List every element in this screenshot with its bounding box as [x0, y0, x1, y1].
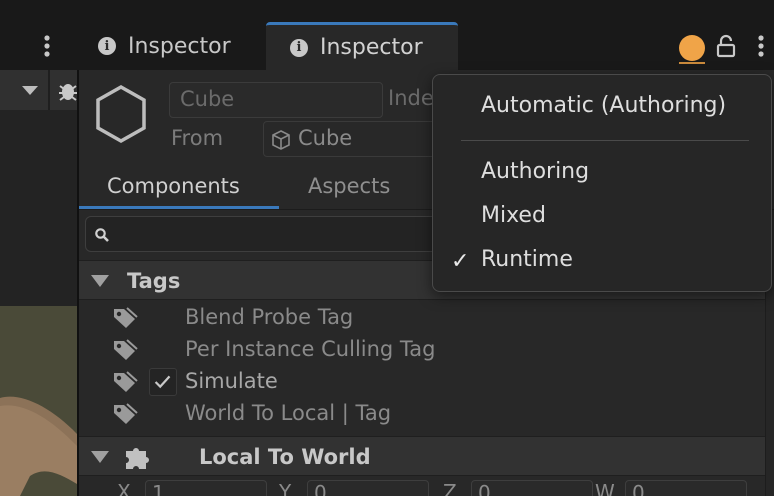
scrollbar[interactable] [765, 260, 774, 496]
from-label: From [171, 126, 224, 150]
tab-inspector-1[interactable]: i Inspector [74, 22, 266, 70]
scene-toolbar [0, 70, 77, 110]
menu-item-runtime[interactable]: Runtime [481, 247, 573, 272]
z-field[interactable]: 0 [471, 480, 593, 496]
local-to-world-section-header[interactable]: Local To World [79, 436, 765, 476]
tab-inspector-2[interactable]: i Inspector [266, 22, 458, 70]
axis-label: W [595, 480, 615, 496]
entity-name-field[interactable]: Cube [169, 82, 383, 118]
status-dot-icon[interactable] [679, 35, 705, 61]
matrix-row: X 1 Y 0 Z 0 W 0 [79, 478, 765, 496]
menu-item-automatic-authoring[interactable]: Automatic (Authoring) [481, 93, 726, 118]
info-icon: i [98, 37, 116, 55]
collapse-arrow-icon[interactable] [91, 451, 109, 463]
panel-menu-icon[interactable] [752, 34, 770, 60]
more-options-icon[interactable] [38, 34, 56, 60]
list-item: World To Local | Tag [79, 398, 765, 430]
component-puzzle-icon [126, 448, 149, 469]
section-title: Local To World [199, 445, 371, 469]
toolbar-divider [48, 70, 50, 110]
section-title: Tags [127, 269, 181, 293]
tag-label: World To Local | Tag [185, 401, 392, 425]
menu-item-mixed[interactable]: Mixed [481, 203, 546, 228]
menu-item-authoring[interactable]: Authoring [481, 159, 589, 184]
unlock-icon[interactable] [716, 34, 736, 58]
tab-aspects[interactable]: Aspects [308, 174, 390, 198]
mode-dropdown-menu: Automatic (Authoring) Authoring Mixed ✓ … [432, 74, 772, 292]
x-field[interactable]: 1 [145, 480, 267, 496]
tag-icon [114, 403, 138, 424]
tag-icon [114, 339, 138, 360]
tag-icon [114, 371, 138, 392]
simulate-checkbox[interactable] [149, 368, 177, 396]
collapse-arrow-icon[interactable] [91, 275, 109, 287]
list-item: Blend Probe Tag [79, 302, 765, 334]
chevron-down-icon[interactable] [22, 86, 38, 95]
list-item: Per Instance Culling Tag [79, 334, 765, 366]
index-label: Inde [388, 86, 434, 110]
axis-label: X [117, 480, 131, 496]
tag-icon [114, 307, 138, 328]
from-object-field[interactable]: Cube [263, 121, 453, 157]
entity-hexagon-icon [96, 84, 146, 144]
tab-bar: i Inspector i Inspector [0, 0, 774, 70]
entity-name-value: Cube [180, 87, 235, 111]
menu-separator [461, 140, 749, 141]
checkmark-icon: ✓ [451, 249, 470, 274]
tag-label: Blend Probe Tag [185, 305, 354, 329]
tab-components[interactable]: Components [107, 174, 240, 198]
tab-label: Inspector [128, 33, 231, 59]
scene-view[interactable] [0, 70, 77, 496]
axis-label: Y [279, 480, 292, 496]
tab-label: Inspector [320, 35, 423, 60]
list-item: Simulate [79, 366, 765, 398]
tag-label: Per Instance Culling Tag [185, 337, 436, 361]
search-icon [95, 228, 109, 242]
cube-icon [272, 130, 290, 150]
checkmark-icon [154, 375, 171, 389]
status-underline [679, 62, 705, 64]
y-field[interactable]: 0 [307, 480, 429, 496]
tag-label: Simulate [185, 369, 278, 393]
info-icon: i [290, 38, 308, 57]
scene-terrain [0, 306, 77, 496]
bug-icon[interactable] [58, 78, 77, 104]
from-object-value: Cube [298, 126, 353, 150]
axis-label: Z [443, 480, 457, 496]
w-field[interactable]: 0 [625, 480, 747, 496]
